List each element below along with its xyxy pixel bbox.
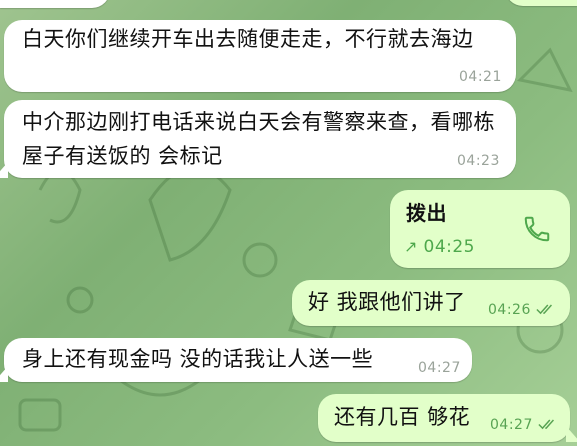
message-time: 04:23 bbox=[457, 153, 500, 169]
call-time: 04:25 bbox=[423, 237, 475, 257]
message-bubble-outgoing[interactable]: 还有几百 够花 04:27 bbox=[318, 394, 570, 442]
read-checkmarks-icon bbox=[538, 419, 554, 430]
phone-icon[interactable] bbox=[522, 214, 552, 244]
call-type-label: 拨出 bbox=[406, 201, 447, 225]
outgoing-arrow-icon: ↗ bbox=[404, 237, 418, 256]
message-text: 中介那边刚打电话来说白天会有警察来查，看哪栋屋子有送饭的 会标记 bbox=[22, 110, 495, 168]
message-bubble-incoming[interactable]: 白天你们继续开车出去随便走走，不行就去海边 04:21 bbox=[4, 20, 516, 92]
call-bubble-outgoing[interactable]: 拨出 ↗ 04:25 bbox=[390, 190, 570, 268]
read-checkmarks-icon bbox=[536, 304, 552, 315]
message-text: 身上还有现金吗 没的话我让人送一些 bbox=[22, 347, 374, 371]
message-bubble-outgoing[interactable]: 好 我跟他们讲了 04:26 bbox=[292, 280, 570, 326]
message-time: 04:27 bbox=[490, 417, 533, 433]
message-text: 白天你们继续开车出去随便走走，不行就去海边 bbox=[22, 27, 474, 51]
message-time: 04:21 bbox=[459, 69, 502, 85]
call-time-row: ↗ 04:25 bbox=[404, 230, 475, 264]
message-text: 还有几百 够花 bbox=[334, 405, 471, 429]
message-text: 好 我跟他们讲了 bbox=[308, 290, 466, 314]
chat-area[interactable]: 白天你们继续开车出去随便走走，不行就去海边 04:21 中介那边刚打电话来说白天… bbox=[0, 0, 577, 446]
message-time: 04:27 bbox=[418, 360, 461, 376]
message-bubble-incoming[interactable]: 身上还有现金吗 没的话我让人送一些 04:27 bbox=[4, 338, 472, 382]
message-bubble-incoming[interactable]: 中介那边刚打电话来说白天会有警察来查，看哪栋屋子有送饭的 会标记 04:23 bbox=[4, 100, 516, 178]
message-time: 04:26 bbox=[488, 302, 531, 318]
message-bubble-partial[interactable] bbox=[0, 0, 110, 8]
